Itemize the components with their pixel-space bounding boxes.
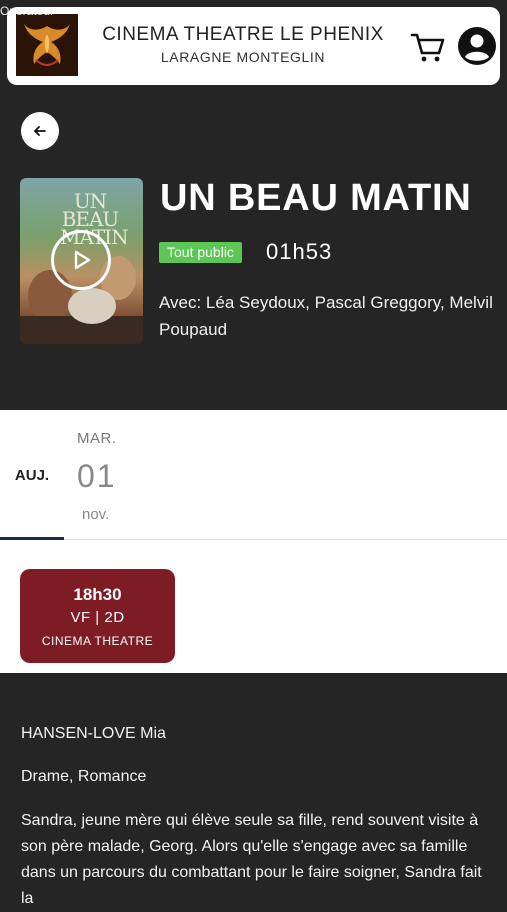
arrow-left-icon [34,126,46,136]
play-trailer-button[interactable] [51,230,111,290]
showtimes-list: 18h30 VF | 2D CINEMA THEATRE [0,540,507,673]
showtime-button[interactable]: 18h30 VF | 2D CINEMA THEATRE [20,569,175,663]
movie-details: HANSEN-LOVE Mia Drame, Romance Sandra, j… [0,673,507,907]
cinema-logo[interactable] [16,14,78,76]
showtime-room: CINEMA THEATRE [41,634,154,648]
showtime-time: 18h30 [73,585,122,604]
movie-title: UN BEAU MATIN [160,177,472,219]
showtime-version: VF | 2D [70,609,125,626]
cart-button[interactable] [410,29,446,65]
movie-duration: 01h53 [266,239,333,264]
cinema-name: CINEMA THEATRE LE PHENIX [102,24,384,45]
account-button[interactable] [457,26,497,66]
movie-director: HANSEN-LOVE Mia [21,725,166,742]
cinema-location: LARAGNE MONTEGLIN [160,49,326,65]
back-button[interactable] [21,112,59,150]
header-container: CINEMA THEATRE LE PHENIX LARAGNE MONTEGL… [0,0,507,92]
date-day-number: 01 [77,458,117,494]
date-day-name: MAR. [77,430,117,447]
movie-hero: UN BEAU MATIN UN BEAU MATIN Tout public … [0,92,507,410]
account-icon [458,27,496,65]
tab-today[interactable]: AUJ. [0,467,64,484]
movie-genre: Drame, Romance [21,768,147,785]
movie-poster[interactable]: UN BEAU MATIN [20,178,143,344]
rating-badge: Tout public [159,242,242,263]
cart-icon [410,33,445,62]
status-bar-text: Operateur [0,4,55,18]
app-header: CINEMA THEATRE LE PHENIX LARAGNE MONTEGL… [7,7,500,85]
play-icon [74,250,91,270]
date-selector: AUJ. MAR. 01 nov. [0,410,507,540]
phoenix-logo-icon [16,14,78,76]
date-month: nov. [82,506,110,523]
movie-cast: Avec: Léa Seydoux, Pascal Greggory, Melv… [159,293,493,339]
movie-synopsis: Sandra, jeune mère qui élève seule sa fi… [21,812,482,907]
